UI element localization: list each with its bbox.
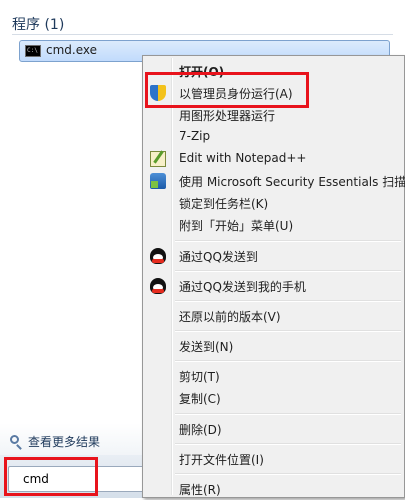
section-divider [12, 34, 393, 35]
menu-item-send-to[interactable]: 发送到(N) [145, 335, 402, 357]
menu-item-label: Edit with Notepad++ [179, 151, 307, 165]
qq-penguin-icon [150, 278, 166, 294]
menu-separator [175, 473, 401, 474]
menu-item-label: 通过QQ发送到我的手机 [179, 280, 306, 294]
menu-item-mse-scan[interactable]: 使用 Microsoft Security Essentials 扫描... [145, 170, 405, 192]
menu-separator [175, 413, 401, 414]
menu-item-label: 复制(C) [179, 392, 221, 406]
qq-penguin-icon [150, 248, 166, 264]
menu-item-label: 删除(D) [179, 423, 222, 437]
context-menu: 打开(O) 以管理员身份运行(A) 用图形处理器运行 7-Zip Edit wi… [142, 55, 405, 498]
menu-item-cut[interactable]: 剪切(T) [145, 365, 402, 387]
menu-separator [175, 360, 401, 361]
menu-item-copy[interactable]: 复制(C) [145, 387, 402, 409]
menu-item-edit-notepadpp[interactable]: Edit with Notepad++ [145, 148, 402, 170]
menu-item-pin-start[interactable]: 附到「开始」菜单(U) [145, 214, 402, 236]
menu-item-label: 通过QQ发送到 [179, 250, 258, 264]
menu-separator [175, 300, 401, 301]
see-more-results-label: 查看更多结果 [28, 435, 101, 449]
menu-item-delete[interactable]: 删除(D) [145, 418, 402, 440]
menu-item-label: 用图形处理器运行 [179, 109, 276, 123]
menu-item-label: 打开文件位置(I) [179, 453, 264, 467]
menu-item-properties[interactable]: 属性(R) [145, 478, 402, 500]
menu-item-label: 附到「开始」菜单(U) [179, 219, 294, 233]
menu-item-qq-send[interactable]: 通过QQ发送到 [145, 245, 402, 267]
program-label: cmd.exe [46, 43, 98, 57]
notepad-plus-plus-icon [150, 151, 166, 167]
menu-separator [175, 240, 401, 241]
menu-separator [175, 443, 401, 444]
highlight-box-search [4, 457, 98, 496]
magnifier-icon [10, 435, 19, 444]
programs-section-header: 程序 (1) [12, 17, 65, 33]
menu-item-label: 属性(R) [179, 483, 221, 497]
menu-item-label: 还原以前的版本(V) [179, 310, 281, 324]
menu-item-label: 使用 Microsoft Security Essentials 扫描... [179, 175, 405, 189]
menu-item-label: 锁定到任务栏(K) [179, 197, 269, 211]
menu-item-label: 剪切(T) [179, 370, 220, 384]
menu-separator [175, 330, 401, 331]
menu-item-restore-versions[interactable]: 还原以前的版本(V) [145, 305, 402, 327]
menu-item-pin-taskbar[interactable]: 锁定到任务栏(K) [145, 192, 402, 214]
menu-item-label: 7-Zip [179, 129, 211, 143]
menu-separator [175, 270, 401, 271]
menu-item-qq-send-phone[interactable]: 通过QQ发送到我的手机 [145, 275, 402, 297]
highlight-box-run-as-admin [145, 72, 309, 108]
menu-item-open-file-location[interactable]: 打开文件位置(I) [145, 448, 402, 470]
security-essentials-icon [150, 173, 166, 189]
cmd-icon: C:\ [25, 45, 41, 57]
menu-item-7zip[interactable]: 7-Zip [145, 126, 402, 148]
menu-item-label: 发送到(N) [179, 340, 234, 354]
